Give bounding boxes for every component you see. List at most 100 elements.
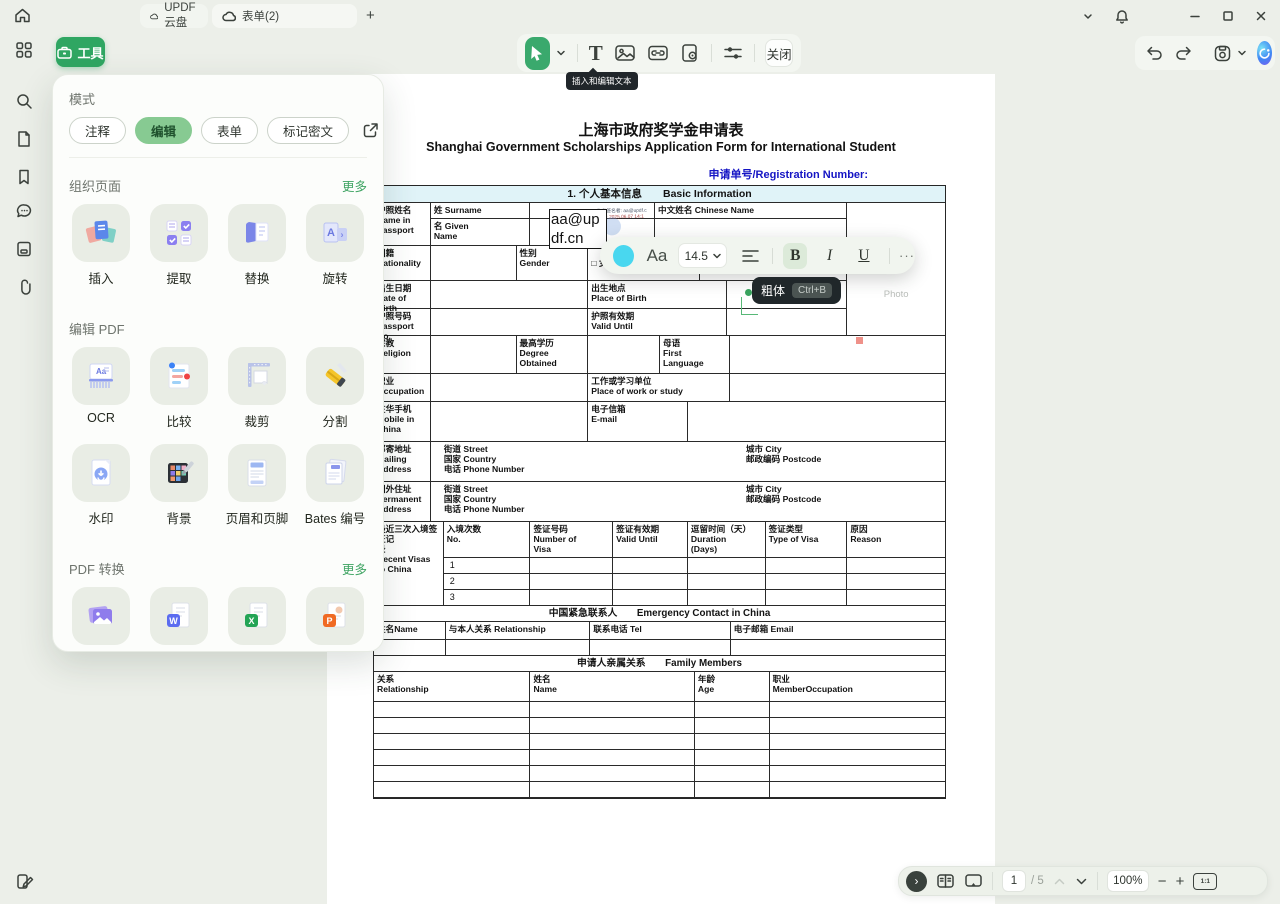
- page-layout-icon[interactable]: [936, 873, 955, 889]
- tool-label: Excel: [242, 651, 273, 652]
- ai-assistant-icon[interactable]: [1257, 41, 1272, 65]
- tool-word[interactable]: WWord: [147, 587, 211, 652]
- chevron-down-icon[interactable]: [1081, 9, 1095, 23]
- open-in-window-icon[interactable]: [361, 121, 380, 140]
- tool-rotate[interactable]: A›旋转: [303, 204, 367, 287]
- search-icon[interactable]: [15, 92, 33, 110]
- next-page-icon[interactable]: [1075, 877, 1088, 886]
- tool-crop[interactable]: 裁剪: [225, 347, 289, 430]
- mode-chip-编辑[interactable]: 编辑: [135, 117, 192, 144]
- history-toolbar-group: [1135, 36, 1275, 70]
- mode-chip-标记密文[interactable]: 标记密文: [267, 117, 349, 144]
- image-tool-icon[interactable]: [614, 43, 636, 63]
- tool-split[interactable]: 分割: [303, 347, 367, 430]
- section-more-link[interactable]: 更多: [342, 559, 367, 578]
- tool-ocr[interactable]: AaOCR: [69, 347, 133, 430]
- more-options-icon[interactable]: ···: [899, 248, 915, 263]
- attachments-paperclip-icon[interactable]: [15, 278, 33, 296]
- table-cell: 最高学历DegreeObtained: [517, 336, 589, 374]
- text-tool-icon[interactable]: T: [589, 41, 603, 66]
- font-color-swatch[interactable]: [613, 245, 634, 267]
- table-cell: [688, 558, 766, 574]
- bold-button[interactable]: B: [783, 243, 807, 269]
- save-options-chevron-icon[interactable]: [1237, 49, 1247, 57]
- mode-chip-注释[interactable]: 注释: [69, 117, 126, 144]
- font-size-value: 14.5: [685, 249, 708, 263]
- font-size-select[interactable]: 14.5: [678, 243, 727, 268]
- selection-handle[interactable]: [745, 289, 752, 296]
- svg-text:A: A: [327, 227, 335, 239]
- tool-watermark[interactable]: 水印: [69, 444, 133, 527]
- svg-text:P: P: [326, 616, 332, 626]
- tools-button[interactable]: 工具: [56, 37, 105, 67]
- table-cell: [731, 640, 945, 656]
- table-row: [374, 734, 945, 750]
- window-minimize-button[interactable]: [1188, 9, 1202, 23]
- actual-size-icon[interactable]: 1:1: [1193, 873, 1217, 890]
- collapse-bar-icon[interactable]: ›: [906, 871, 927, 892]
- table-cell: [530, 558, 613, 574]
- presentation-mode-icon[interactable]: [964, 873, 983, 889]
- zoom-out-icon[interactable]: −: [1158, 873, 1167, 890]
- tool-insert[interactable]: 插入: [69, 204, 133, 287]
- table-cell: [766, 590, 848, 606]
- divider: [711, 44, 712, 62]
- table-cell: [613, 558, 688, 574]
- stylus-tools-icon[interactable]: [15, 872, 35, 892]
- annotation-marker[interactable]: [856, 337, 863, 344]
- apps-grid-icon[interactable]: [15, 41, 33, 59]
- text-edit-box[interactable]: aa@updf.cn: [549, 209, 607, 249]
- tool-extract[interactable]: 提取: [147, 204, 211, 287]
- page-thumbnails-icon[interactable]: [15, 130, 33, 148]
- save-icon[interactable]: [1213, 44, 1232, 63]
- tool-excel[interactable]: XExcel: [225, 587, 289, 652]
- table-cell: [431, 402, 588, 442]
- mode-chip-表单[interactable]: 表单: [201, 117, 258, 144]
- section-more-link[interactable]: 更多: [342, 176, 367, 195]
- tool-ppt[interactable]: PPowerPoint: [303, 587, 367, 652]
- tab-form-document[interactable]: 表单(2): [212, 4, 357, 28]
- properties-sliders-icon[interactable]: [723, 44, 743, 62]
- table-row: 中国紧急联系人 Emergency Contact in China: [374, 606, 945, 622]
- window-close-button[interactable]: [1254, 9, 1268, 23]
- close-edit-mode-button[interactable]: 关闭: [765, 39, 793, 67]
- zoom-in-icon[interactable]: +: [1176, 873, 1185, 890]
- page-number-input[interactable]: 1: [1002, 870, 1026, 892]
- tool-background[interactable]: 背景: [147, 444, 211, 527]
- italic-button[interactable]: I: [817, 243, 841, 269]
- font-family-button[interactable]: Aa: [647, 246, 668, 266]
- table-cell: [613, 574, 688, 590]
- table-row: 关系Relationship姓名Name年龄Age职业MemberOccupat…: [374, 672, 945, 702]
- table-cell: [446, 640, 591, 656]
- tooltip-shortcut: Ctrl+B: [792, 283, 832, 298]
- window-maximize-button[interactable]: [1221, 9, 1235, 23]
- select-tool-chevron-icon[interactable]: [556, 49, 566, 57]
- underline-button[interactable]: U: [852, 243, 876, 269]
- tool-image[interactable]: 图像: [69, 587, 133, 652]
- table-cell: [766, 558, 848, 574]
- main-toolbar: 工具 T 关闭: [0, 32, 1280, 74]
- align-icon[interactable]: [742, 249, 759, 263]
- comments-icon[interactable]: [15, 202, 34, 221]
- notifications-bell-icon[interactable]: [1114, 9, 1130, 25]
- table-cell: [613, 590, 688, 606]
- home-icon[interactable]: [13, 6, 32, 25]
- select-tool-button[interactable]: [525, 37, 550, 70]
- tab-updf-cloud[interactable]: UPDF 云盘: [140, 4, 208, 28]
- table-cell: [730, 374, 945, 402]
- redo-icon[interactable]: [1174, 45, 1193, 61]
- bookmarks-icon[interactable]: [15, 168, 33, 186]
- divider: [889, 248, 890, 264]
- link-tool-icon[interactable]: [647, 43, 669, 63]
- tool-headerfooter[interactable]: 页眉和页脚: [225, 444, 289, 527]
- tool-replace[interactable]: 替换: [225, 204, 289, 287]
- undo-icon[interactable]: [1145, 45, 1164, 61]
- zoom-level-input[interactable]: 100%: [1107, 870, 1149, 892]
- attachment-place-tool-icon[interactable]: [680, 43, 700, 63]
- tool-compare[interactable]: 比较: [147, 347, 211, 430]
- form-fields-icon[interactable]: [15, 240, 33, 258]
- table-cell: 申请人亲属关系 Family Members: [374, 656, 945, 672]
- new-tab-button[interactable]: +: [366, 7, 375, 24]
- previous-page-icon[interactable]: [1053, 877, 1066, 886]
- tool-bates[interactable]: Bates 编号: [303, 444, 367, 527]
